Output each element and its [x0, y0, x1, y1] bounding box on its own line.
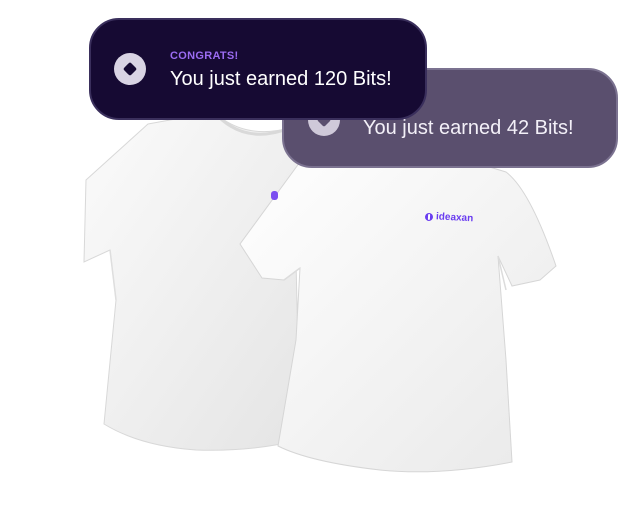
promo-scene: ideaxan ATS! You just earned 42 Bits! CO…: [0, 0, 641, 523]
toast-text: CONGRATS! You just earned 120 Bits!: [170, 49, 392, 92]
back-shirt-logo-icon: [271, 191, 278, 200]
toast-label: CONGRATS!: [170, 50, 239, 62]
brand-logo-text: ideaxan: [435, 211, 474, 225]
toast-message: You just earned 120 Bits!: [170, 68, 392, 90]
notification-toast-120-bits: CONGRATS! You just earned 120 Bits!: [89, 18, 427, 120]
ideaxan-logo-icon: [424, 212, 434, 221]
diamond-icon: [114, 53, 146, 85]
back-tshirt: [83, 111, 313, 451]
